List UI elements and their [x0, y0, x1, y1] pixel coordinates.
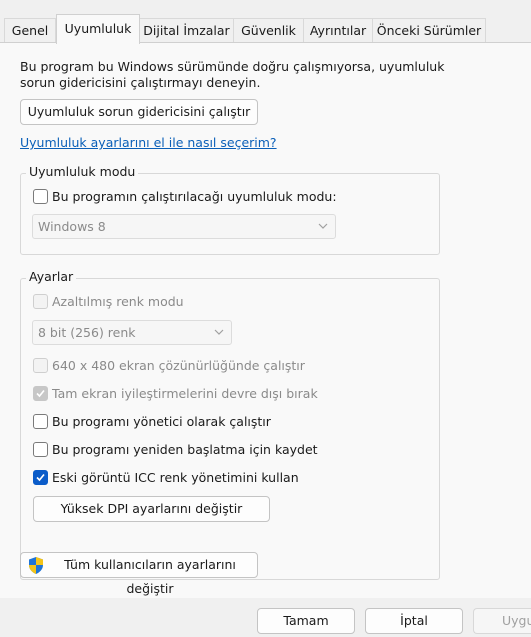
shield-icon	[29, 557, 43, 574]
os-select[interactable]: Windows 8	[32, 214, 336, 239]
res-640-label: 640 x 480 ekran çözünürlüğünde çalıştır	[52, 358, 305, 373]
legacy-icc-checkbox[interactable]	[33, 470, 48, 485]
checkmark-icon	[36, 389, 45, 398]
apply-button[interactable]: Uygula	[473, 608, 531, 634]
compat-mode-label: Bu programın çalıştırılacağı uyumluluk m…	[52, 189, 337, 204]
settings-legend: Ayarlar	[26, 269, 77, 284]
tab-onceki-surumler[interactable]: Önceki Sürümler	[372, 18, 486, 43]
tab-bar: Genel Uyumluluk Dijital İmzalar Güvenlik…	[0, 0, 531, 44]
run-admin-checkbox[interactable]	[33, 414, 48, 429]
os-select-value: Windows 8	[38, 219, 106, 234]
color-depth-select[interactable]: 8 bit (256) renk	[32, 320, 232, 345]
all-users-button[interactable]: Tüm kullanıcıların ayarlarını değiştir	[20, 552, 258, 596]
fullscreen-opt-label: Tam ekran iyileştirmelerini devre dışı b…	[52, 386, 318, 401]
troubleshooter-button[interactable]: Uyumluluk sorun gidericisini çalıştır	[20, 99, 258, 125]
help-link[interactable]: Uyumluluk ayarlarını el ile nasıl seçeri…	[20, 135, 277, 150]
tab-guvenlik[interactable]: Güvenlik	[233, 18, 304, 43]
register-restart-checkbox[interactable]	[33, 442, 48, 457]
compatibility-panel: Bu program bu Windows sürümünde doğru ça…	[0, 42, 531, 598]
description-text: Bu program bu Windows sürümünde doğru ça…	[20, 59, 445, 90]
cancel-button[interactable]: İptal	[365, 608, 463, 634]
compat-mode-checkbox[interactable]	[33, 189, 48, 204]
color-depth-value: 8 bit (256) renk	[38, 325, 136, 340]
tab-dijital-imzalar[interactable]: Dijital İmzalar	[139, 18, 234, 43]
reduced-color-label: Azaltılmış renk modu	[52, 294, 184, 309]
register-restart-label: Bu programı yeniden başlatma için kaydet	[52, 442, 318, 457]
tab-uyumluluk[interactable]: Uyumluluk	[56, 14, 140, 44]
chevron-down-icon	[214, 329, 224, 335]
ok-button[interactable]: Tamam	[257, 608, 355, 634]
chevron-down-icon	[318, 223, 328, 229]
legacy-icc-label: Eski görüntü ICC renk yönetimini kullan	[52, 470, 299, 485]
tab-ayrintilar[interactable]: Ayrıntılar	[303, 18, 373, 43]
all-users-label: Tüm kullanıcıların ayarlarını değiştir	[64, 557, 236, 596]
checkmark-icon	[36, 473, 45, 482]
high-dpi-button[interactable]: Yüksek DPI ayarlarını değiştir	[33, 496, 270, 522]
res-640-checkbox[interactable]	[33, 358, 48, 373]
run-admin-label: Bu programı yönetici olarak çalıştır	[52, 414, 271, 429]
compat-mode-legend: Uyumluluk modu	[26, 164, 139, 179]
reduced-color-checkbox[interactable]	[33, 294, 48, 309]
tab-genel[interactable]: Genel	[4, 18, 56, 43]
fullscreen-opt-checkbox[interactable]	[33, 386, 48, 401]
